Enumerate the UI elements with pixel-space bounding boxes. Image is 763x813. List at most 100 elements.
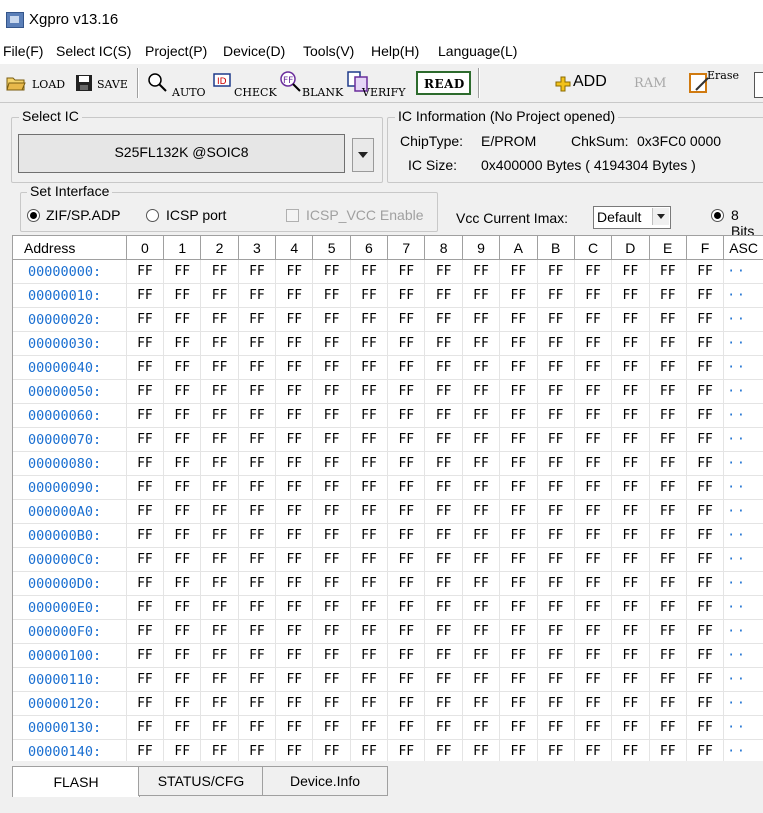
hex-byte-cell[interactable]: FF xyxy=(312,739,351,761)
hex-byte-cell[interactable]: FF xyxy=(387,619,426,644)
hex-byte-cell[interactable]: FF xyxy=(537,739,575,761)
hex-byte-cell[interactable]: FF xyxy=(462,331,501,356)
hex-byte-cell[interactable]: FF xyxy=(200,475,239,500)
hex-byte-cell[interactable]: FF xyxy=(499,595,538,620)
auto-button[interactable]: AUTO xyxy=(145,69,206,101)
hex-byte-cell[interactable]: FF xyxy=(424,499,463,524)
hex-byte-cell[interactable]: FF xyxy=(238,523,277,548)
hex-byte-cell[interactable]: FF xyxy=(126,595,165,620)
menu-project[interactable]: Project(P) xyxy=(145,43,207,59)
hex-byte-cell[interactable]: FF xyxy=(350,331,389,356)
hex-byte-cell[interactable]: FF xyxy=(499,259,538,284)
hex-byte-cell[interactable]: FF xyxy=(387,259,426,284)
hex-byte-cell[interactable]: FF xyxy=(574,307,613,332)
hex-byte-cell[interactable]: FF xyxy=(163,259,202,284)
hex-byte-cell[interactable]: FF xyxy=(424,619,463,644)
hex-byte-cell[interactable]: FF xyxy=(574,259,613,284)
hex-byte-cell[interactable]: FF xyxy=(163,691,202,716)
hex-byte-cell[interactable]: FF xyxy=(462,475,501,500)
zif-radio[interactable] xyxy=(27,209,40,222)
hex-byte-cell[interactable]: FF xyxy=(200,355,239,380)
hex-byte-cell[interactable]: FF xyxy=(574,523,613,548)
hex-byte-cell[interactable]: FF xyxy=(611,307,650,332)
hex-byte-cell[interactable]: FF xyxy=(312,283,351,308)
hex-byte-cell[interactable]: FF xyxy=(275,715,314,740)
hex-byte-cell[interactable]: FF xyxy=(499,355,538,380)
hex-byte-cell[interactable]: FF xyxy=(611,355,650,380)
hex-byte-cell[interactable]: FF xyxy=(649,547,687,572)
hex-byte-cell[interactable]: FF xyxy=(424,523,463,548)
hex-byte-cell[interactable]: FF xyxy=(649,451,687,476)
hex-byte-cell[interactable]: FF xyxy=(574,451,613,476)
hex-byte-cell[interactable]: FF xyxy=(126,547,165,572)
hex-byte-cell[interactable]: FF xyxy=(649,595,687,620)
hex-byte-cell[interactable]: FF xyxy=(387,379,426,404)
hex-byte-cell[interactable]: FF xyxy=(537,259,575,284)
hex-byte-cell[interactable]: FF xyxy=(611,499,650,524)
hex-byte-cell[interactable]: FF xyxy=(387,643,426,668)
hex-byte-cell[interactable]: FF xyxy=(275,475,314,500)
hex-byte-cell[interactable]: FF xyxy=(537,715,575,740)
hex-byte-cell[interactable]: FF xyxy=(275,619,314,644)
hex-byte-cell[interactable]: FF xyxy=(574,331,613,356)
hex-byte-cell[interactable]: FF xyxy=(387,427,426,452)
check-button[interactable]: ID CHECK xyxy=(210,69,277,101)
hex-byte-cell[interactable]: FF xyxy=(574,667,613,692)
hex-byte-cell[interactable]: FF xyxy=(686,379,725,404)
hex-byte-cell[interactable]: FF xyxy=(350,595,389,620)
hex-byte-cell[interactable]: FF xyxy=(462,259,501,284)
hex-byte-cell[interactable]: FF xyxy=(649,619,687,644)
hex-byte-cell[interactable]: FF xyxy=(462,595,501,620)
hex-byte-cell[interactable]: FF xyxy=(611,523,650,548)
hex-byte-cell[interactable]: FF xyxy=(163,571,202,596)
hex-byte-cell[interactable]: FF xyxy=(312,667,351,692)
hex-byte-cell[interactable]: FF xyxy=(275,307,314,332)
hex-byte-cell[interactable]: FF xyxy=(649,331,687,356)
hex-byte-cell[interactable]: FF xyxy=(611,427,650,452)
hex-byte-cell[interactable]: FF xyxy=(200,715,239,740)
hex-byte-cell[interactable]: FF xyxy=(611,691,650,716)
hex-byte-cell[interactable]: FF xyxy=(275,379,314,404)
hex-byte-cell[interactable]: FF xyxy=(350,739,389,761)
hex-byte-cell[interactable]: FF xyxy=(126,307,165,332)
hex-byte-cell[interactable]: FF xyxy=(350,523,389,548)
hex-byte-cell[interactable]: FF xyxy=(686,571,725,596)
hex-byte-cell[interactable]: FF xyxy=(275,331,314,356)
hex-byte-cell[interactable]: FF xyxy=(574,499,613,524)
hex-byte-cell[interactable]: FF xyxy=(649,499,687,524)
hex-byte-cell[interactable]: FF xyxy=(238,427,277,452)
hex-byte-cell[interactable]: FF xyxy=(387,307,426,332)
hex-byte-cell[interactable]: FF xyxy=(499,547,538,572)
hex-byte-cell[interactable]: FF xyxy=(163,355,202,380)
hex-byte-cell[interactable]: FF xyxy=(462,403,501,428)
hex-byte-cell[interactable]: FF xyxy=(462,307,501,332)
hex-byte-cell[interactable]: FF xyxy=(574,475,613,500)
hex-byte-cell[interactable]: FF xyxy=(126,643,165,668)
hex-byte-cell[interactable]: FF xyxy=(350,259,389,284)
hex-byte-cell[interactable]: FF xyxy=(387,331,426,356)
hex-byte-cell[interactable]: FF xyxy=(312,403,351,428)
menu-language[interactable]: Language(L) xyxy=(438,43,517,59)
hex-byte-cell[interactable]: FF xyxy=(350,643,389,668)
hex-byte-cell[interactable]: FF xyxy=(238,403,277,428)
vcc-dropdown-button[interactable] xyxy=(652,208,669,225)
hex-byte-cell[interactable]: FF xyxy=(350,379,389,404)
hex-byte-cell[interactable]: FF xyxy=(350,403,389,428)
hex-byte-cell[interactable]: FF xyxy=(238,475,277,500)
tab-status-cfg[interactable]: STATUS/CFG xyxy=(138,766,264,796)
ram-button[interactable]: RAM xyxy=(632,72,672,96)
hex-byte-cell[interactable]: FF xyxy=(350,667,389,692)
hex-byte-cell[interactable]: FF xyxy=(611,619,650,644)
hex-byte-cell[interactable]: FF xyxy=(537,667,575,692)
hex-byte-cell[interactable]: FF xyxy=(163,451,202,476)
hex-byte-cell[interactable]: FF xyxy=(200,739,239,761)
hex-byte-cell[interactable]: FF xyxy=(126,715,165,740)
hex-byte-cell[interactable]: FF xyxy=(611,595,650,620)
hex-byte-cell[interactable]: FF xyxy=(686,619,725,644)
hex-byte-cell[interactable]: FF xyxy=(649,523,687,548)
hex-byte-cell[interactable]: FF xyxy=(312,331,351,356)
hex-byte-cell[interactable]: FF xyxy=(275,571,314,596)
hex-byte-cell[interactable]: FF xyxy=(238,499,277,524)
hex-byte-cell[interactable]: FF xyxy=(462,379,501,404)
hex-byte-cell[interactable]: FF xyxy=(537,331,575,356)
